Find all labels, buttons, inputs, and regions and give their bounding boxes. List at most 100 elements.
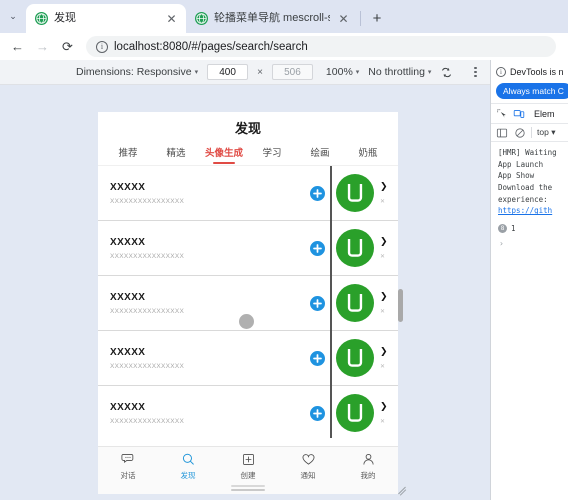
close-icon[interactable]: ✕ bbox=[380, 419, 385, 425]
info-icon: i bbox=[496, 67, 506, 77]
viewport-height-input[interactable]: 506 bbox=[271, 64, 313, 80]
dimension-separator: × bbox=[257, 66, 263, 78]
console-toolbar: top ▾ bbox=[491, 124, 568, 142]
throttling-dropdown[interactable]: No throttling ▾ bbox=[368, 66, 431, 78]
chevron-right-icon[interactable]: ❯ bbox=[380, 181, 388, 191]
close-icon[interactable]: ✕ bbox=[380, 199, 385, 205]
avatar bbox=[336, 229, 374, 267]
browser-window: ⌄ 发现 ✕ 轮播菜单导航 mescroll-swipe ✕ + ← → ⟳ i… bbox=[0, 0, 568, 500]
list-item-title: XXXXX bbox=[110, 181, 146, 193]
tab-elements[interactable]: Elem bbox=[534, 109, 555, 119]
category-tab-label: 推荐 bbox=[118, 147, 138, 159]
devtools-tab-row: Elem bbox=[491, 104, 568, 124]
device-toolbar-icon[interactable] bbox=[512, 107, 525, 120]
devtools-notice-row: i DevTools is n bbox=[496, 67, 563, 77]
new-tab-button[interactable]: + bbox=[365, 6, 389, 30]
chevron-right-icon[interactable]: ❯ bbox=[380, 401, 388, 411]
discover-list[interactable]: XXXXX XXXXXXXXXXXXXXXX ❯ ✕ XXXXX XXXXXXX… bbox=[98, 166, 398, 438]
browser-toolbar: ← → ⟳ i localhost:8080/#/pages/search/se… bbox=[0, 33, 568, 60]
touch-cursor-indicator bbox=[239, 314, 254, 329]
browser-tab-1[interactable]: 发现 ✕ bbox=[26, 4, 186, 33]
list-item-actions: ❯ ✕ bbox=[380, 229, 398, 267]
category-tab-xuexi[interactable]: 学习 bbox=[248, 143, 296, 165]
tabbar-item-notifications[interactable]: 通知 bbox=[278, 452, 338, 481]
tabbar-item-profile[interactable]: 我的 bbox=[338, 452, 398, 481]
category-tab-tuijian[interactable]: 推荐 bbox=[104, 143, 152, 165]
site-info-icon[interactable]: i bbox=[96, 40, 108, 53]
reload-button[interactable]: ⟳ bbox=[56, 35, 79, 58]
browser-tab-2-title: 轮播菜单导航 mescroll-swipe bbox=[214, 12, 330, 24]
category-tab-naiping[interactable]: 奶瓶 bbox=[344, 143, 392, 165]
swipe-divider-line bbox=[330, 166, 332, 438]
zoom-dropdown[interactable]: 100% ▾ bbox=[326, 66, 359, 78]
avatar bbox=[336, 284, 374, 322]
globe-icon bbox=[35, 12, 48, 25]
close-icon[interactable]: ✕ bbox=[164, 11, 179, 26]
list-item[interactable]: XXXXX XXXXXXXXXXXXXXXX ❯ ✕ bbox=[98, 331, 398, 386]
list-item-title: XXXXX bbox=[110, 236, 146, 248]
heart-icon bbox=[301, 452, 316, 467]
always-match-button[interactable]: Always match C bbox=[496, 83, 568, 99]
list-item-text: XXXXX XXXXXXXXXXXXXXXX bbox=[110, 237, 310, 260]
tabbar-item-create[interactable]: 创建 bbox=[218, 452, 278, 481]
clear-console-icon[interactable] bbox=[513, 126, 526, 139]
tab-search-chevron-icon[interactable]: ⌄ bbox=[0, 0, 26, 33]
page-scrollbar-thumb[interactable] bbox=[398, 289, 403, 322]
close-icon[interactable]: ✕ bbox=[380, 364, 385, 370]
address-bar[interactable]: i localhost:8080/#/pages/search/search bbox=[86, 36, 556, 57]
dimensions-dropdown[interactable]: Dimensions: Responsive ▾ bbox=[76, 66, 198, 78]
list-item-subtitle: XXXXXXXXXXXXXXXX bbox=[110, 252, 185, 260]
rotate-icon[interactable] bbox=[440, 66, 453, 79]
add-icon[interactable] bbox=[310, 405, 325, 421]
console-line: App Show bbox=[498, 171, 535, 181]
add-icon[interactable] bbox=[310, 295, 325, 311]
console-line: Download the bbox=[498, 182, 553, 192]
kebab-menu-icon[interactable] bbox=[474, 67, 477, 77]
viewport-width-input[interactable]: 400 bbox=[207, 64, 249, 80]
inspect-element-icon[interactable] bbox=[495, 107, 508, 120]
category-tab-touxiangshengcheng[interactable]: 头像生成 bbox=[200, 143, 248, 165]
person-icon bbox=[361, 452, 376, 467]
add-icon[interactable] bbox=[310, 350, 325, 366]
console-context-selector[interactable]: top ▾ bbox=[537, 127, 555, 138]
list-item-subtitle: XXXXXXXXXXXXXXXX bbox=[110, 362, 185, 370]
console-prompt[interactable]: › bbox=[498, 239, 565, 248]
close-icon[interactable]: ✕ bbox=[380, 309, 385, 315]
globe-icon bbox=[195, 12, 208, 25]
category-tab-label: 绘画 bbox=[310, 147, 330, 159]
chevron-right-icon[interactable]: ❯ bbox=[380, 346, 388, 356]
dimensions-label: Dimensions: Responsive bbox=[76, 66, 192, 78]
tabbar-item-discover[interactable]: 发现 bbox=[158, 452, 218, 481]
list-item[interactable]: XXXXX XXXXXXXXXXXXXXXX ❯ ✕ bbox=[98, 221, 398, 276]
console-line: App Launch bbox=[498, 159, 544, 169]
address-bar-url: localhost:8080/#/pages/search/search bbox=[114, 40, 308, 53]
category-tab-huihua[interactable]: 绘画 bbox=[296, 143, 344, 165]
add-icon[interactable] bbox=[310, 185, 325, 201]
console-output[interactable]: [HMR] Waiting App Launch App Show Downlo… bbox=[491, 142, 568, 248]
back-button[interactable]: ← bbox=[6, 35, 29, 58]
chevron-down-icon: ▾ bbox=[551, 127, 556, 137]
list-item-subtitle: XXXXXXXXXXXXXXXX bbox=[110, 307, 185, 315]
console-context-label: top bbox=[537, 127, 549, 137]
list-item-text: XXXXX XXXXXXXXXXXXXXXX bbox=[110, 402, 310, 425]
close-icon[interactable]: ✕ bbox=[336, 11, 351, 26]
chevron-right-icon[interactable]: ❯ bbox=[380, 291, 388, 301]
console-sidebar-icon[interactable] bbox=[495, 126, 508, 139]
list-item[interactable]: XXXXX XXXXXXXXXXXXXXXX ❯ ✕ bbox=[98, 386, 398, 438]
console-error-summary[interactable]: 8 1 bbox=[498, 223, 565, 233]
close-icon[interactable]: ✕ bbox=[380, 254, 385, 260]
console-link[interactable]: https://gith bbox=[498, 205, 565, 217]
avatar bbox=[336, 394, 374, 432]
list-item-actions: ❯ ✕ bbox=[380, 174, 398, 212]
list-item-text: XXXXX XXXXXXXXXXXXXXXX bbox=[110, 347, 310, 370]
list-item[interactable]: XXXXX XXXXXXXXXXXXXXXX ❯ ✕ bbox=[98, 166, 398, 221]
add-icon[interactable] bbox=[310, 240, 325, 256]
chevron-right-icon[interactable]: ❯ bbox=[380, 236, 388, 246]
tabbar-item-chat[interactable]: 对话 bbox=[98, 452, 158, 481]
console-line: [HMR] Waiting bbox=[498, 148, 557, 157]
viewport-resize-handle[interactable] bbox=[396, 482, 408, 496]
tabbar-item-label: 我的 bbox=[360, 471, 376, 480]
category-tab-jingxuan[interactable]: 精选 bbox=[152, 143, 200, 165]
browser-tab-2[interactable]: 轮播菜单导航 mescroll-swipe ✕ bbox=[186, 4, 358, 33]
forward-button[interactable]: → bbox=[31, 35, 54, 58]
